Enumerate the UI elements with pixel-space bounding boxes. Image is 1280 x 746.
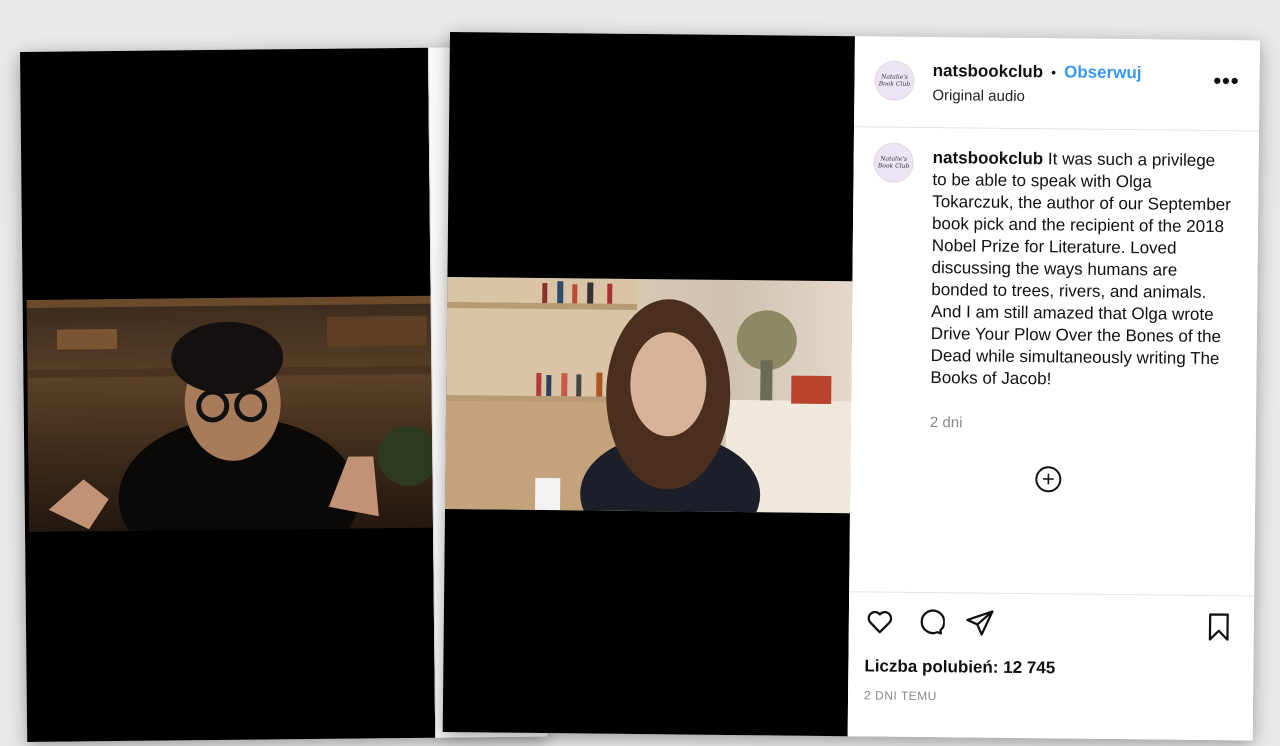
caption-author-avatar[interactable]: Natalie's Book Club: [873, 142, 914, 183]
post-header: Natalie's Book Club natsbookclub • Obser…: [854, 36, 1260, 132]
video-player[interactable]: [442, 32, 855, 737]
audio-label[interactable]: Original audio: [932, 87, 1025, 105]
author-username[interactable]: natsbookclub: [933, 61, 1044, 82]
background-video-frame: [26, 295, 438, 532]
likes-count[interactable]: Liczba polubień: 12 745: [864, 656, 1055, 678]
more-icon[interactable]: •••: [1213, 68, 1239, 94]
posted-timestamp: 2 DNI TEMU: [864, 688, 937, 704]
heart-icon[interactable]: [865, 606, 895, 636]
header-separator: •: [1051, 64, 1057, 81]
action-bar: [865, 606, 995, 637]
send-icon[interactable]: [965, 607, 995, 637]
video-scene-natalie: [445, 276, 852, 514]
caption-username[interactable]: natsbookclub: [933, 148, 1044, 168]
plus-glyph: +: [1041, 466, 1055, 492]
caption-timestamp: 2 dni: [929, 414, 963, 432]
post-footer: Liczba polubień: 12 745 2 DNI TEMU: [847, 591, 1255, 746]
background-video-player[interactable]: [20, 47, 438, 742]
caption-text: It was such a privilege to be able to sp…: [930, 149, 1231, 389]
video-scene-olga: [26, 295, 438, 532]
comment-icon[interactable]: [915, 607, 946, 637]
bookmark-icon[interactable]: [1206, 612, 1232, 642]
post-sidebar: Natalie's Book Club natsbookclub • Obser…: [847, 36, 1260, 746]
plus-circle-icon[interactable]: +: [1035, 466, 1062, 493]
author-avatar[interactable]: Natalie's Book Club: [874, 60, 915, 101]
follow-button[interactable]: Obserwuj: [1064, 62, 1142, 83]
video-frame: [445, 276, 853, 514]
avatar-logo-text: Natalie's Book Club: [877, 155, 910, 170]
post-caption: natsbookclub It was such a privilege to …: [930, 147, 1233, 392]
avatar-logo-text: Natalie's Book Club: [878, 73, 911, 88]
post-card: Natalie's Book Club natsbookclub • Obser…: [442, 32, 1260, 746]
